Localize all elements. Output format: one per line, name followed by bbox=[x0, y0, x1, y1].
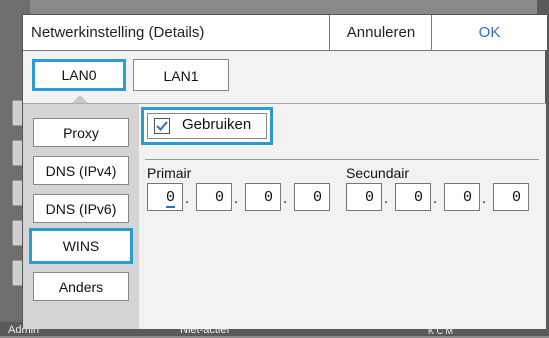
primary-octet-3[interactable]: 0 bbox=[245, 183, 281, 211]
sidebar-item-proxy[interactable]: Proxy bbox=[33, 118, 129, 147]
divider bbox=[145, 159, 539, 160]
sidebar-item-dns-ipv6[interactable]: DNS (IPv6) bbox=[33, 194, 129, 223]
tab-pointer bbox=[72, 95, 88, 103]
primary-octet-2[interactable]: 0 bbox=[196, 183, 232, 211]
primary-octet-4[interactable]: 0 bbox=[294, 183, 330, 211]
dialog-titlebar: Netwerkinstelling (Details) Annuleren OK bbox=[23, 15, 547, 51]
sidebar-item-anders[interactable]: Anders bbox=[33, 272, 129, 301]
tab-lan1[interactable]: LAN1 bbox=[133, 59, 229, 91]
dialog-title: Netwerkinstelling (Details) bbox=[31, 24, 205, 41]
settings-sidebar: Proxy DNS (IPv4) DNS (IPv6) WINS Anders bbox=[23, 103, 139, 329]
use-checkbox[interactable]: Gebruiken bbox=[141, 107, 273, 145]
octet-separator: . bbox=[433, 190, 438, 207]
sidebar-item-dns-ipv4[interactable]: DNS (IPv4) bbox=[33, 156, 129, 185]
network-settings-dialog: Netwerkinstelling (Details) Annuleren OK… bbox=[22, 14, 547, 329]
cancel-button[interactable]: Annuleren bbox=[329, 15, 432, 50]
secondary-octet-3[interactable]: 0 bbox=[444, 183, 480, 211]
wins-settings-panel: Gebruiken Primair Secundair 0 . 0 . 0 . … bbox=[139, 103, 546, 329]
ok-button[interactable]: OK bbox=[431, 15, 547, 50]
secondary-label: Secundair bbox=[346, 165, 410, 181]
tab-lan0[interactable]: LAN0 bbox=[32, 59, 126, 91]
secondary-octet-4[interactable]: 0 bbox=[493, 183, 529, 211]
sidebar-item-wins[interactable]: WINS bbox=[29, 228, 133, 264]
primary-octet-1[interactable]: 0 bbox=[147, 183, 183, 211]
octet-separator: . bbox=[283, 190, 288, 207]
octet-separator: . bbox=[384, 190, 389, 207]
octet-separator: . bbox=[482, 190, 487, 207]
octet-separator: . bbox=[234, 190, 239, 207]
secondary-octet-1[interactable]: 0 bbox=[346, 183, 382, 211]
secondary-octet-2[interactable]: 0 bbox=[395, 183, 431, 211]
octet-separator: . bbox=[185, 190, 190, 207]
checkmark-icon bbox=[154, 118, 170, 134]
use-checkbox-label: Gebruiken bbox=[182, 116, 252, 133]
primary-label: Primair bbox=[147, 165, 192, 181]
